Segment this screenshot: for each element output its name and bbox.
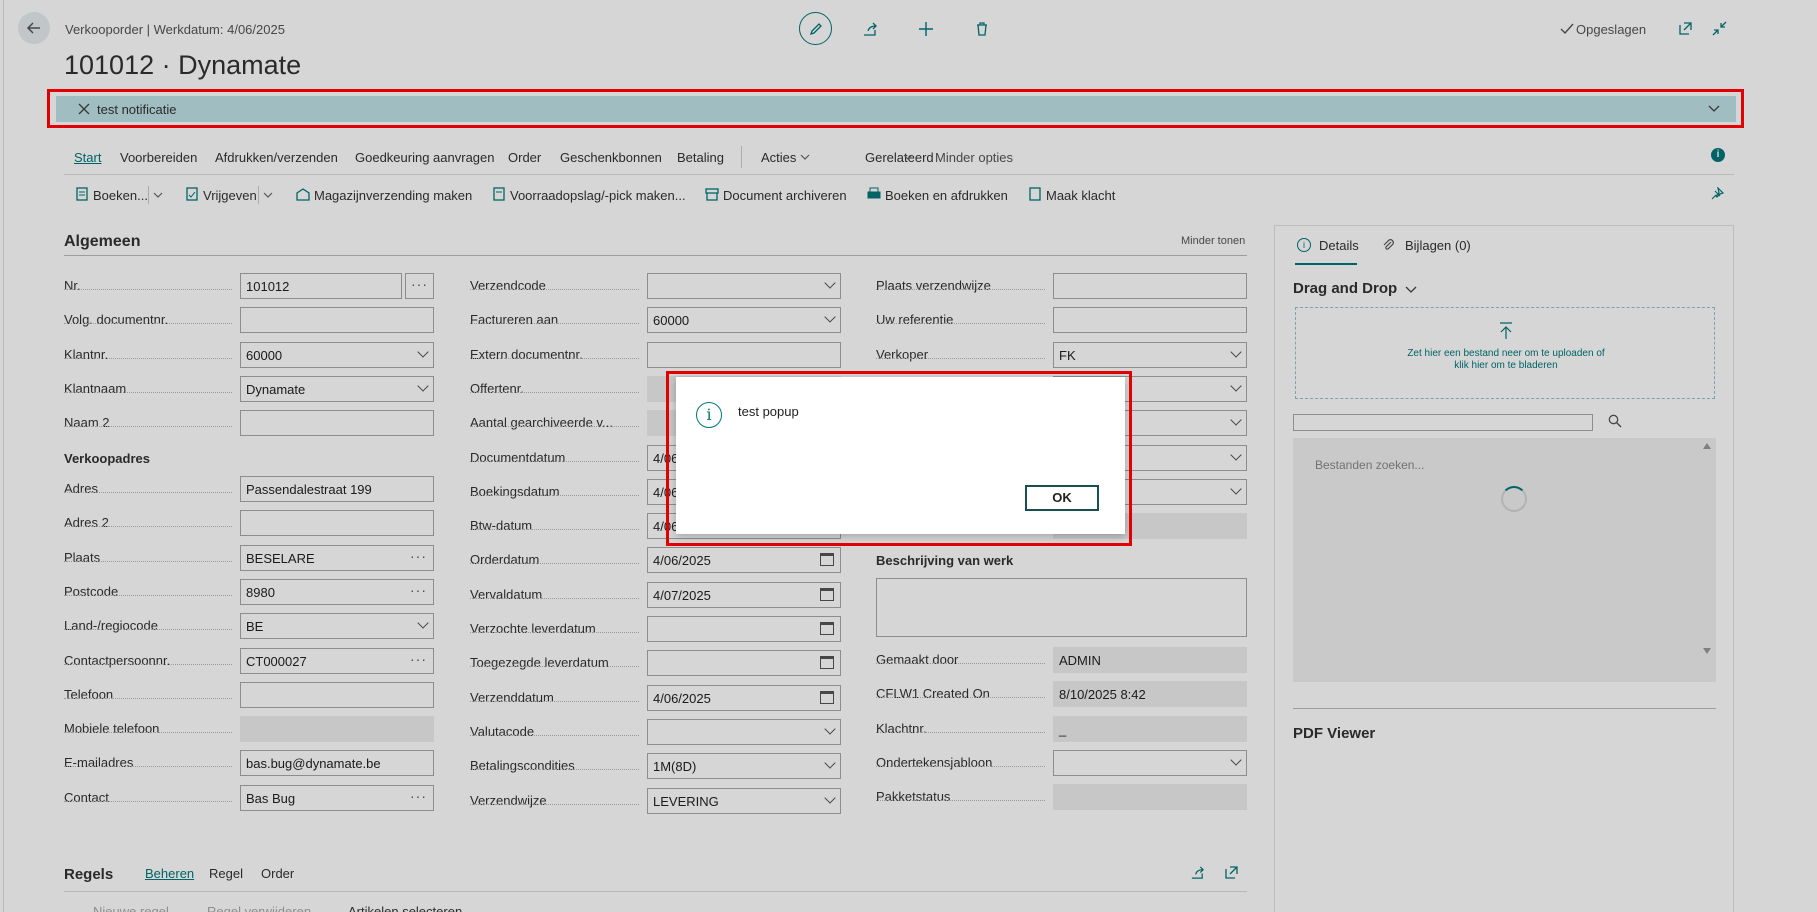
left-edge-line [3, 0, 4, 912]
notification-highlight [47, 89, 1744, 128]
page: Verkooporder | Werkdatum: 4/06/2025 1010… [0, 0, 1817, 912]
popup-highlight [666, 371, 1132, 546]
